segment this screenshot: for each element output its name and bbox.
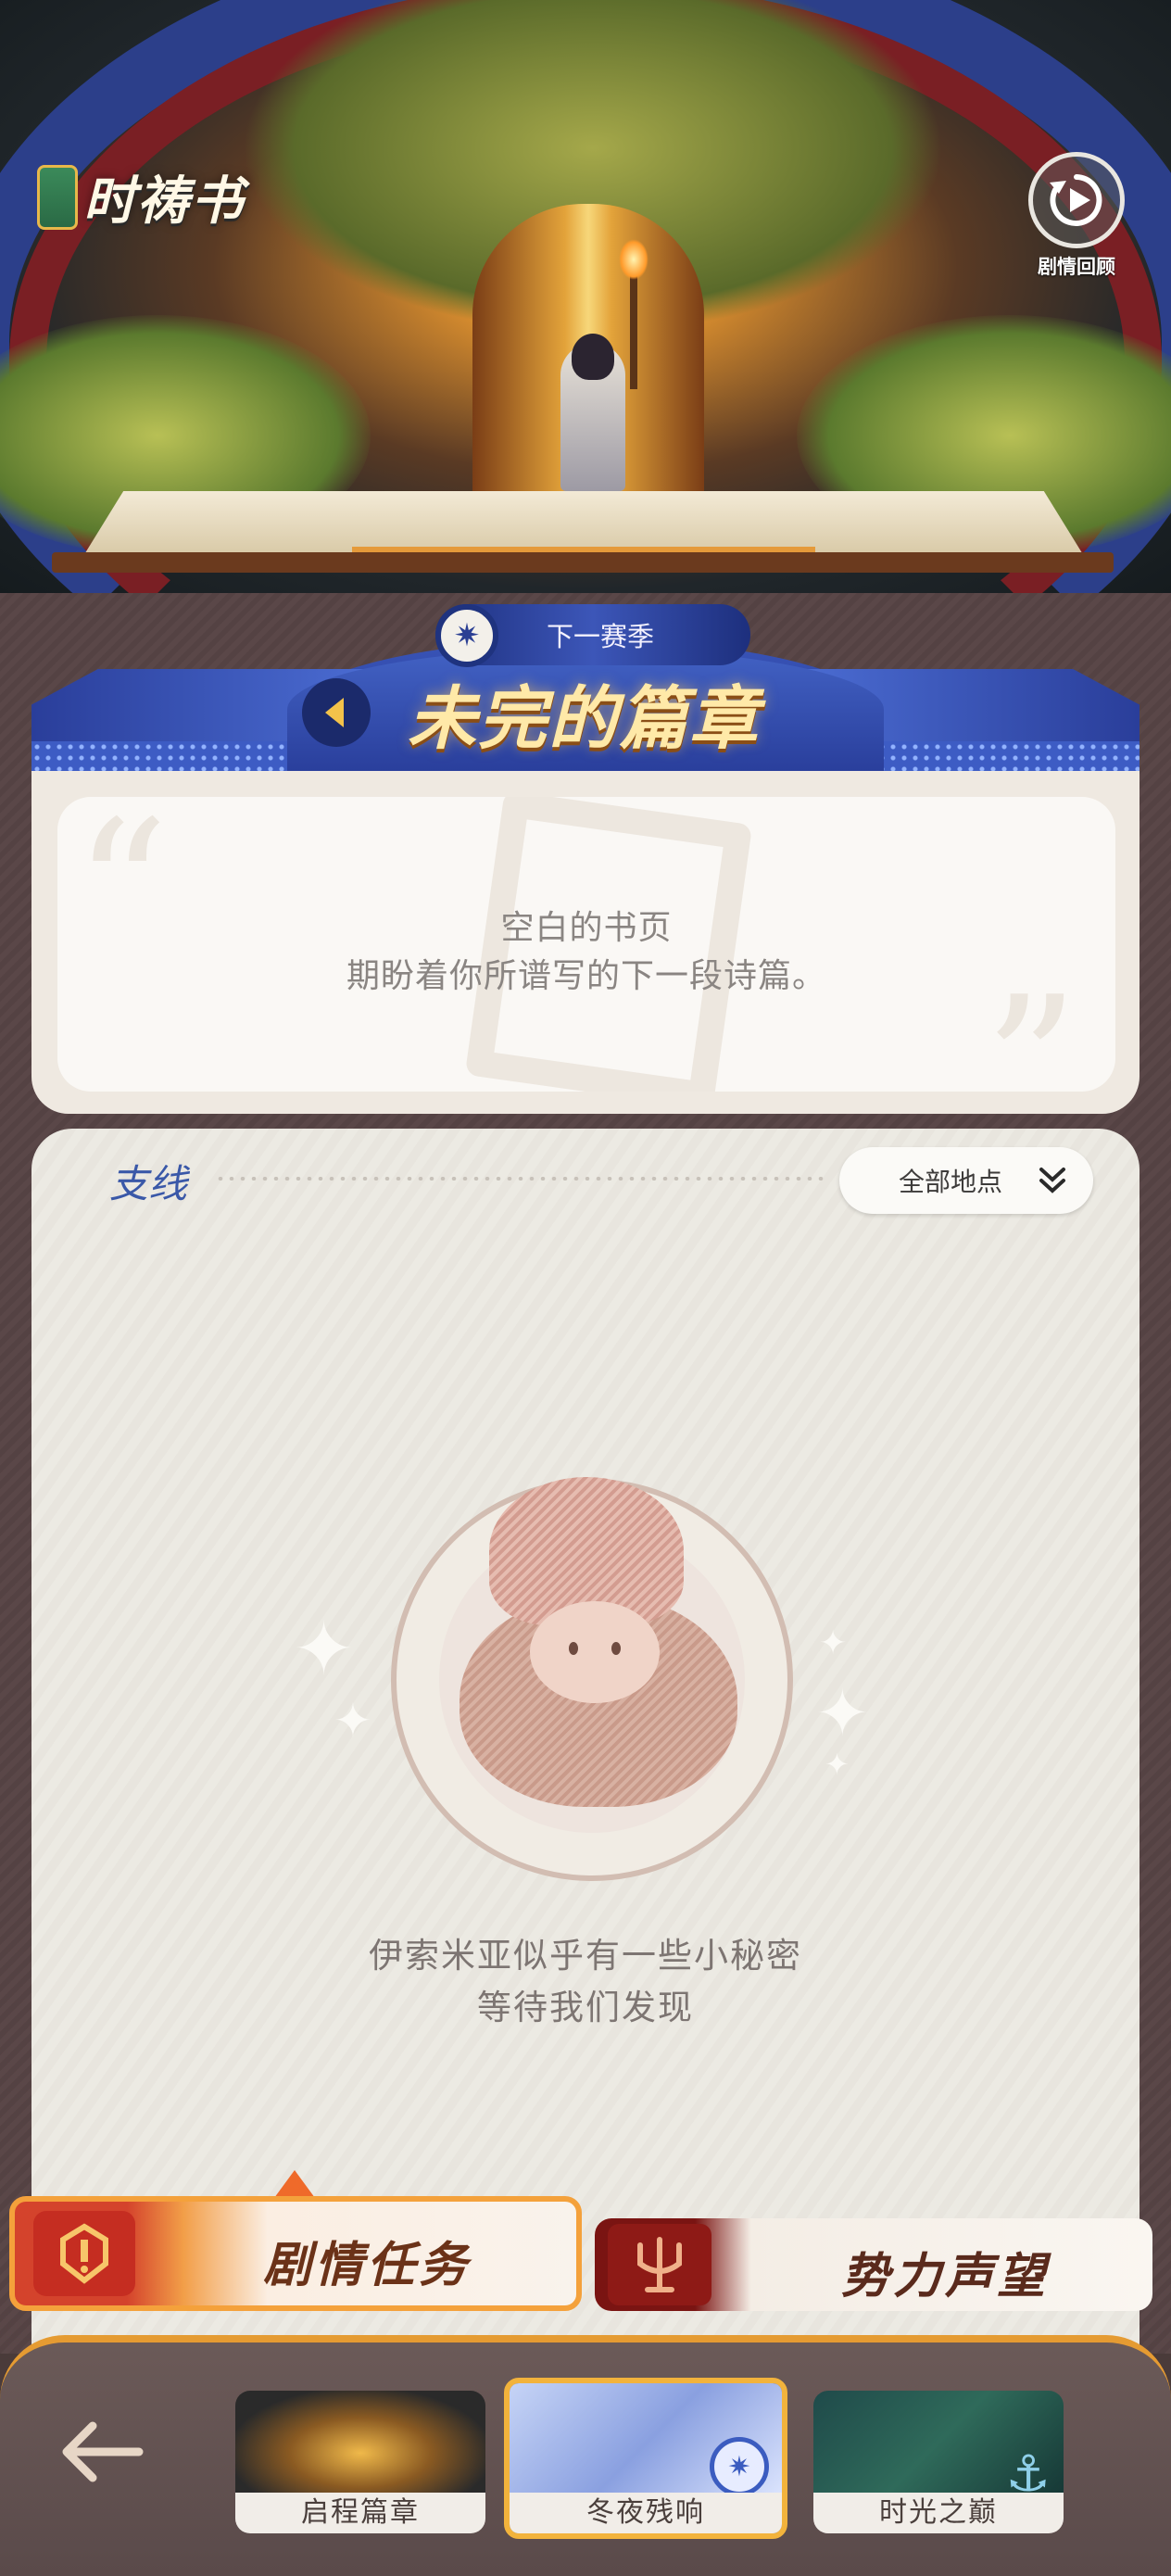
chapter-art-departure bbox=[235, 2391, 485, 2494]
chapter-label: 时光之巅 bbox=[813, 2493, 1064, 2533]
chapter-label: 启程篇章 bbox=[235, 2493, 485, 2533]
season-star-badge-icon: ✷ bbox=[710, 2437, 769, 2496]
sparkle-icon: ✦ bbox=[334, 1694, 372, 1748]
chapter-title: 未完的篇章 bbox=[408, 679, 760, 759]
tab-story-quests[interactable]: 剧情任务 bbox=[9, 2196, 582, 2311]
empty-state-line-1: 伊索米亚似乎有一些小秘密 bbox=[369, 1936, 802, 1976]
chapter-card-winter-night[interactable]: ✷ 冬夜残响 bbox=[504, 2378, 787, 2539]
mascot-eye-right bbox=[611, 1642, 621, 1655]
side-quest-title: 支线 bbox=[109, 1161, 188, 1206]
season-star-icon: ✷ bbox=[435, 604, 498, 667]
next-season-label: 下一赛季 bbox=[546, 621, 654, 652]
quote-panel: “ ” 空白的书页 期盼着你所谱写的下一段诗篇。 bbox=[57, 797, 1115, 1092]
faction-trident-icon bbox=[608, 2224, 711, 2305]
hero-illustration bbox=[0, 0, 1171, 593]
torch bbox=[630, 269, 637, 389]
replay-label: 剧情回顾 bbox=[1038, 256, 1115, 278]
hooded-figure-head bbox=[572, 334, 614, 380]
tab-faction-reputation[interactable]: 势力声望 bbox=[595, 2218, 1152, 2311]
quote-line-1: 空白的书页 bbox=[500, 909, 673, 947]
logo-text: 时祷书 bbox=[83, 170, 245, 232]
title-dotted-divider bbox=[215, 1177, 826, 1181]
location-filter-dropdown[interactable]: 全部地点 bbox=[839, 1147, 1093, 1214]
sparkle-icon: ✦ bbox=[293, 1606, 356, 1692]
location-filter-label: 全部地点 bbox=[899, 1167, 1003, 1197]
sparkle-icon: ✦ bbox=[819, 1624, 848, 1662]
chapter-label: 冬夜残响 bbox=[510, 2493, 782, 2533]
quote-line-2: 期盼着你所谱写的下一段诗篇。 bbox=[346, 957, 826, 995]
sparkle-icon: ✦ bbox=[815, 1675, 870, 1751]
tab-faction-reputation-label: 势力声望 bbox=[841, 2248, 1050, 2305]
chapter-card-departure[interactable]: 启程篇章 bbox=[235, 2391, 485, 2533]
double-chevron-down-icon bbox=[1039, 1168, 1065, 1193]
previous-chapter-button[interactable] bbox=[302, 678, 371, 747]
book-base bbox=[52, 552, 1114, 573]
mascot-eye-left bbox=[569, 1642, 578, 1655]
story-quest-icon bbox=[33, 2211, 135, 2296]
active-tab-pointer bbox=[274, 2170, 315, 2198]
mascot-face bbox=[530, 1601, 660, 1703]
chevron-left-icon bbox=[325, 698, 344, 727]
game-logo: 时祷书 bbox=[37, 159, 245, 234]
logo-book-icon bbox=[37, 164, 78, 230]
torch-flame bbox=[619, 239, 648, 280]
tab-story-quests-label: 剧情任务 bbox=[263, 2237, 472, 2293]
replay-icon[interactable] bbox=[1028, 152, 1125, 248]
chapter-card-peak-of-time[interactable]: ⚓ 时光之巅 bbox=[813, 2391, 1064, 2533]
back-arrow-icon[interactable] bbox=[56, 2415, 148, 2489]
replay-button[interactable]: 剧情回顾 bbox=[1025, 152, 1128, 280]
empty-state-line-2: 等待我们发现 bbox=[477, 1988, 694, 2027]
sparkle-icon: ✦ bbox=[825, 1747, 850, 1782]
